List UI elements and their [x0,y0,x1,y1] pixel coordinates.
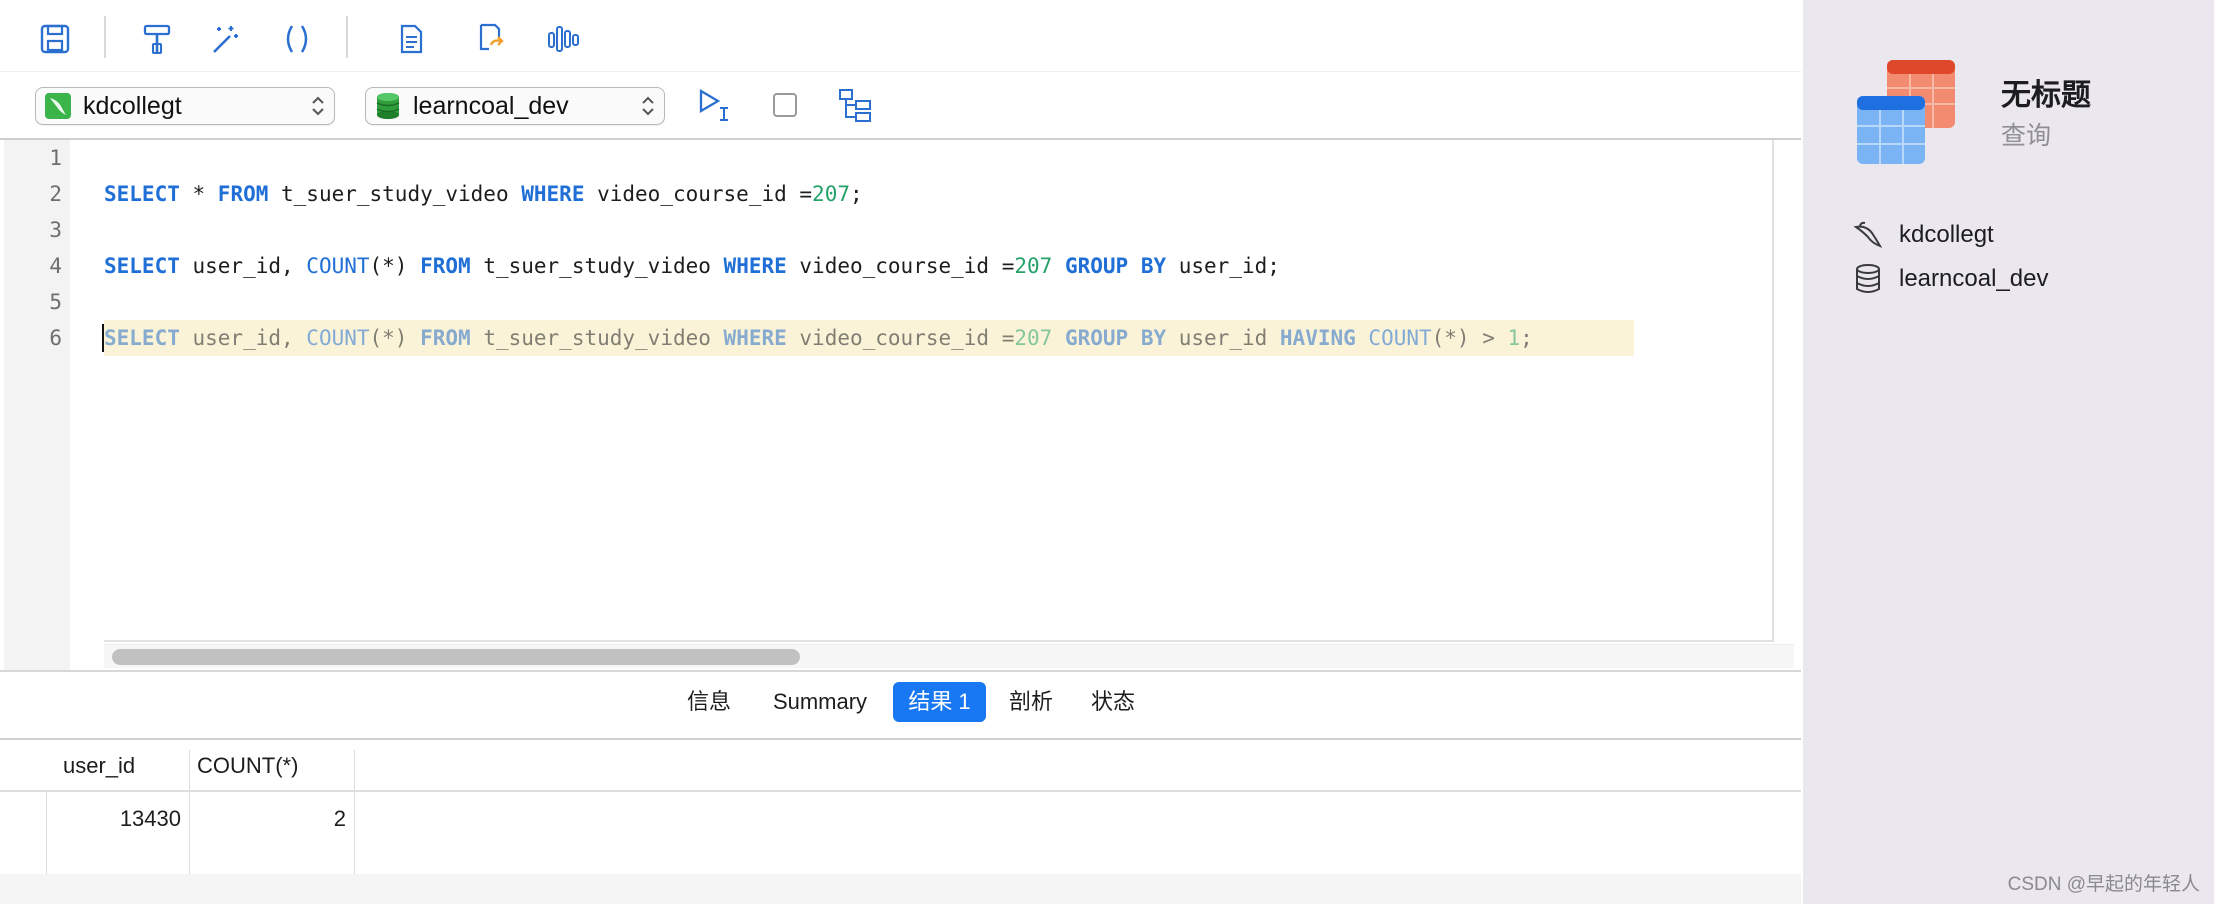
mysql-connection-icon [43,91,73,121]
column-header-count[interactable]: COUNT(*) [189,740,354,792]
line-number: 6 [49,326,62,350]
table-row-empty [0,874,1801,904]
parentheses-icon[interactable] [272,14,322,64]
toolbar [0,0,1801,72]
connection-select[interactable]: kdcollegt [35,87,335,125]
cell-user-id[interactable]: 13430 [47,794,189,844]
text-cursor [102,324,104,352]
line-number: 3 [49,218,62,242]
line-number: 2 [49,182,62,206]
tab-result-1[interactable]: 结果 1 [893,682,986,722]
code-line[interactable]: SELECT user_id, COUNT(*) FROM t_suer_stu… [104,254,1280,278]
database-select-value: learncoal_dev [413,91,569,120]
database-icon [1851,262,1885,296]
connection-select-value: kdcollegt [83,91,182,120]
database-green-icon [373,91,403,121]
sidebar-item-label: kdcollegt [1899,221,1994,248]
code-line[interactable]: SELECT * FROM t_suer_study_video WHERE v… [104,182,863,206]
tab-info[interactable]: 信息 [674,682,744,722]
query-title: 无标题 [2001,79,2091,112]
tab-summary[interactable]: Summary [758,682,882,722]
query-logo-icon [1855,58,1965,168]
toolbar-divider [104,16,106,58]
result-tabs: 信息 Summary 结果 1 剖析 状态 [0,670,1801,740]
format-icon[interactable] [132,14,182,64]
connection-bar: kdcollegt learncoal_dev [0,72,1801,140]
database-select[interactable]: learncoal_dev [365,87,665,125]
beautify-icon[interactable] [200,14,250,64]
line-number-gutter: 1 2 3 4 5 6 [4,140,70,670]
toolbar-divider [346,16,348,58]
cell-count[interactable]: 2 [190,794,354,844]
stop-icon[interactable] [760,80,810,130]
chevron-updown-icon [312,96,324,116]
horizontal-scrollbar-thumb[interactable] [112,649,800,665]
watermark: CSDN @早起的年轻人 [2007,874,2200,895]
line-number: 5 [49,290,62,314]
chart-icon[interactable] [538,14,588,64]
mysql-dolphin-icon [1851,218,1885,252]
editor-border [104,640,1774,642]
tab-status[interactable]: 状态 [1078,682,1148,722]
sidebar-item-database[interactable]: learncoal_dev [1851,259,2048,299]
export-icon[interactable] [466,14,516,64]
run-selected-icon[interactable] [690,80,740,130]
query-editor-window: kdcollegt learncoal_dev 1 2 3 4 5 6 SELE… [0,0,1801,904]
save-icon[interactable] [30,14,80,64]
tab-profile[interactable]: 剖析 [996,682,1066,722]
editor-border [1772,140,1774,642]
object-info-panel: 无标题 查询 kdcollegt learncoal_dev CSDN @早起的… [1803,0,2214,904]
line-number: 4 [49,254,62,278]
code-line[interactable]: SELECT user_id, COUNT(*) FROM t_suer_stu… [104,326,1533,350]
chevron-updown-icon [642,96,654,116]
grid-header: user_id COUNT(*) [0,740,1801,792]
column-header-user-id[interactable]: user_id [55,740,190,792]
query-subtitle: 查询 [2001,122,2052,150]
explain-icon[interactable] [830,80,880,130]
sidebar-item-label: learncoal_dev [1899,265,2049,292]
line-number: 1 [49,146,62,170]
document-icon[interactable] [386,14,436,64]
sidebar-item-connection[interactable]: kdcollegt [1851,215,1994,255]
sql-editor[interactable]: 1 2 3 4 5 6 SELECT * FROM t_suer_study_v… [4,140,1801,670]
result-grid: user_id COUNT(*) 13430 2 [0,740,1801,904]
